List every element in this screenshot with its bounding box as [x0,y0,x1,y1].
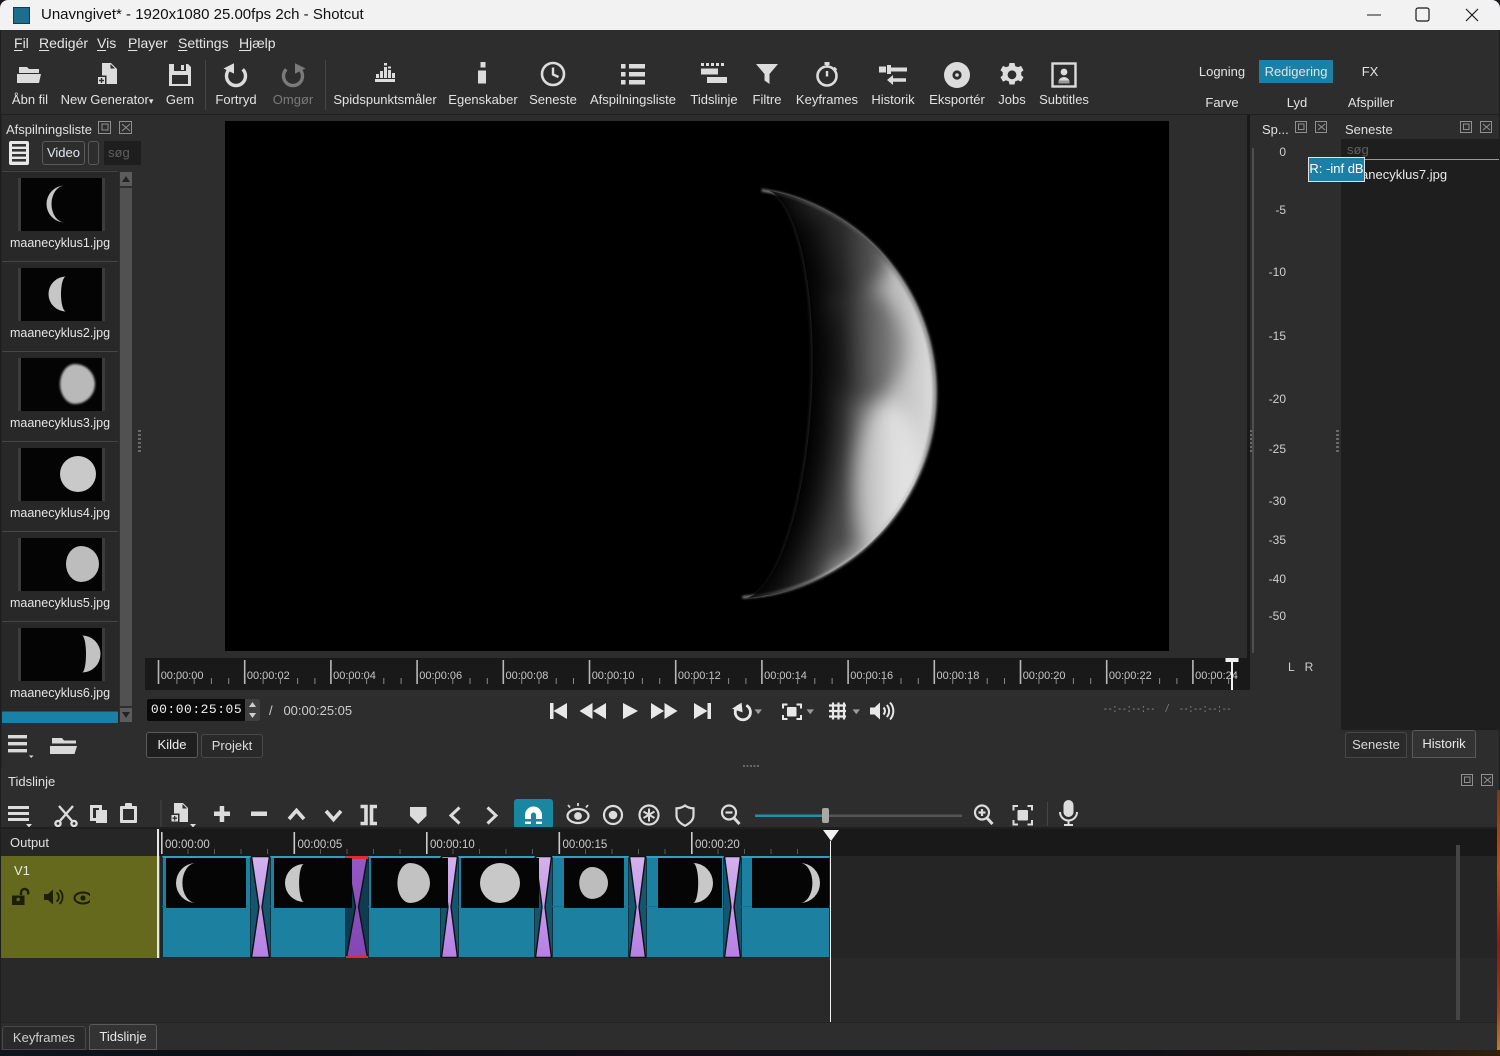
svg-text:00:00:10: 00:00:10 [430,839,475,851]
svg-text:00:00:10: 00:00:10 [592,670,635,682]
svg-text:00:00:00: 00:00:00 [161,670,204,682]
svg-text:00:00:00: 00:00:00 [165,839,210,851]
svg-text:00:00:20: 00:00:20 [1023,670,1066,682]
svg-text:00:00:08: 00:00:08 [506,670,549,682]
svg-text:00:00:05: 00:00:05 [298,839,343,851]
svg-text:00:00:22: 00:00:22 [1109,670,1152,682]
svg-text:00:00:18: 00:00:18 [937,670,980,682]
svg-text:00:00:06: 00:00:06 [419,670,462,682]
svg-text:00:00:16: 00:00:16 [850,670,893,682]
svg-text:00:00:20: 00:00:20 [695,839,740,851]
svg-text:00:00:15: 00:00:15 [563,839,608,851]
svg-text:00:00:14: 00:00:14 [764,670,807,682]
svg-text:00:00:02: 00:00:02 [247,670,290,682]
svg-text:00:00:12: 00:00:12 [678,670,721,682]
svg-text:00:00:04: 00:00:04 [333,670,376,682]
